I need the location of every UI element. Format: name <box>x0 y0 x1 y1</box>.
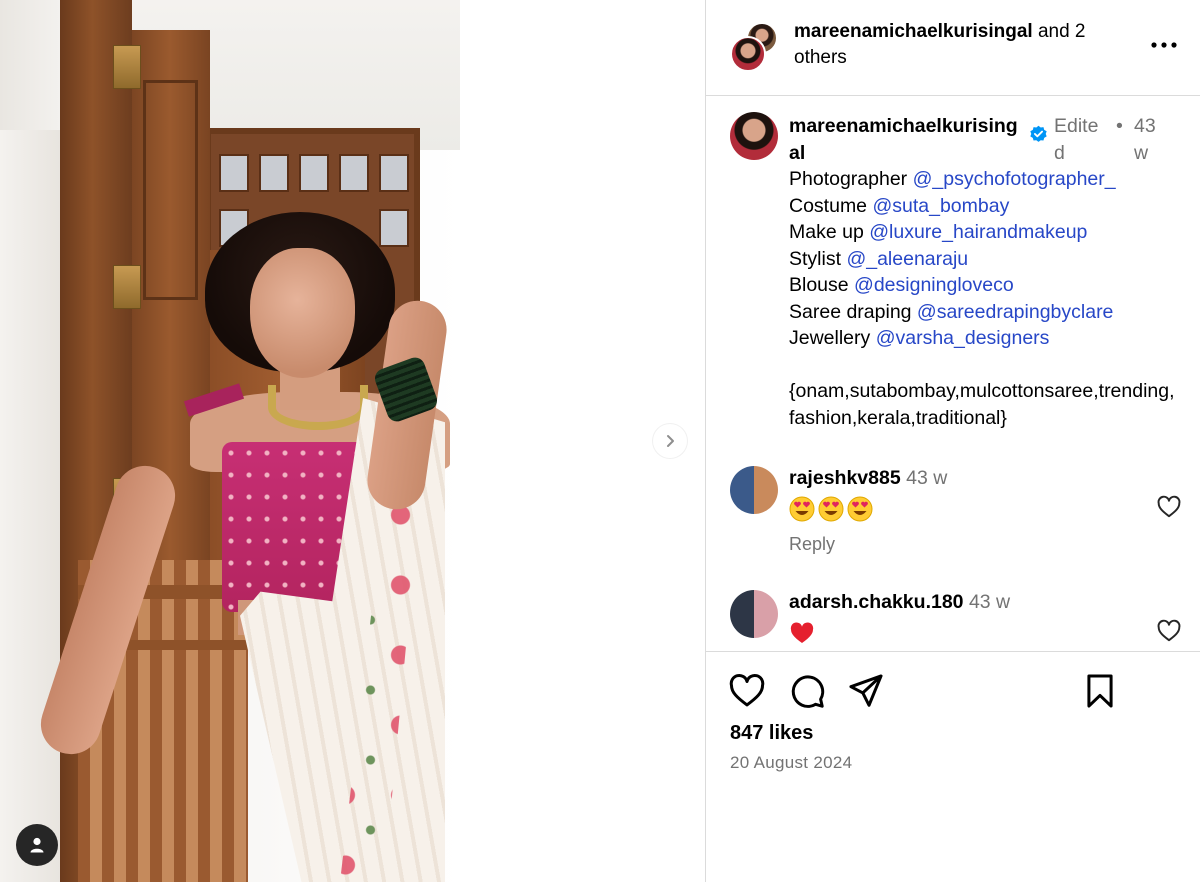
comment-username[interactable]: adarsh.chakku.180 <box>789 591 964 613</box>
heart-icon[interactable] <box>1156 618 1182 644</box>
heart-eyes-emoji <box>818 496 844 522</box>
comment-username[interactable]: rajeshkv885 <box>789 467 901 489</box>
mention-link[interactable]: @designingloveco <box>854 274 1014 296</box>
caption-time[interactable]: 43 w <box>1134 113 1164 166</box>
necklace <box>268 385 368 430</box>
next-image-button[interactable] <box>652 423 688 459</box>
more-icon <box>1151 42 1177 48</box>
caption-text: Photographer @_psychofotographer_ Costum… <box>789 166 1179 431</box>
comment-text <box>789 620 815 646</box>
mention-link[interactable]: @luxure_hairandmakeup <box>869 221 1087 243</box>
credit-line: Costume @suta_bombay <box>789 194 1010 217</box>
post-date[interactable]: 20 August 2024 <box>730 753 852 773</box>
credit-line: Blouse @designingloveco <box>789 274 1014 296</box>
mention-link[interactable]: @_psychofotographer_ <box>913 168 1116 190</box>
heart-eyes-emoji <box>789 496 815 522</box>
more-options-button[interactable] <box>1146 30 1182 60</box>
tagged-people-button[interactable] <box>16 824 58 866</box>
comment-text <box>789 496 873 522</box>
avatar[interactable] <box>730 590 778 638</box>
post-header: mareenamichaelkurisingal and 2 others <box>706 0 1200 96</box>
red-heart-emoji <box>790 622 814 643</box>
avatar[interactable] <box>730 466 778 514</box>
mention-link[interactable]: @suta_bombay <box>872 195 1009 217</box>
comment-icon[interactable] <box>788 672 826 710</box>
mention-link[interactable]: @sareedrapingbyclare <box>917 301 1114 323</box>
avatar[interactable] <box>730 36 766 72</box>
heart-eyes-emoji <box>847 496 873 522</box>
post-image <box>0 0 706 882</box>
likes-count[interactable]: 847 likes <box>730 722 813 745</box>
door-hinge <box>113 45 141 89</box>
chevron-right-icon <box>667 435 674 447</box>
comment-time[interactable]: 43 w <box>969 591 1010 613</box>
post-actions: 847 likes 20 August 2024 <box>706 651 1200 882</box>
credit-line: Saree draping @sareedrapingbyclare <box>789 300 1114 323</box>
heart-icon[interactable] <box>728 672 766 710</box>
verified-icon <box>1030 125 1047 142</box>
credit-line: Stylist @_aleenaraju <box>789 247 969 270</box>
edited-label: Edited <box>1054 115 1099 164</box>
comment: adarsh.chakku.180 43 w <box>730 590 1182 650</box>
author-username[interactable]: mareenamichaelkurisingal <box>794 21 1033 42</box>
mention-link[interactable]: @varsha_designers <box>876 327 1050 349</box>
reply-button[interactable]: Reply <box>789 534 835 555</box>
heart-icon[interactable] <box>1156 494 1182 520</box>
person-icon <box>30 837 44 853</box>
comments-section[interactable]: mareenamichaelkurisingal Edited • 43 w P… <box>706 96 1200 651</box>
credit-line: Make up @luxure_hairandmakeup <box>789 221 1088 243</box>
share-icon[interactable] <box>847 672 885 710</box>
credit-line: Photographer @_psychofotographer_ <box>789 168 1116 190</box>
comment: rajeshkv885 43 w Reply <box>730 466 1182 566</box>
hashtags-text: {onam,sutabombay,mulcottonsaree,trending… <box>789 380 1175 429</box>
comment-time[interactable]: 43 w <box>906 467 947 489</box>
door-hinge <box>113 265 141 309</box>
collab-avatars[interactable] <box>730 22 778 72</box>
mention-link[interactable]: @_aleenaraju <box>846 248 968 270</box>
avatar[interactable] <box>730 112 778 160</box>
post-author-title: mareenamichaelkurisingal and 2 others <box>794 19 1124 71</box>
credit-line: Jewellery @varsha_designers <box>789 327 1050 349</box>
bookmark-icon[interactable] <box>1081 672 1119 710</box>
model-face <box>250 248 355 378</box>
caption-username[interactable]: mareenamichaelkurisingal <box>789 113 1024 166</box>
